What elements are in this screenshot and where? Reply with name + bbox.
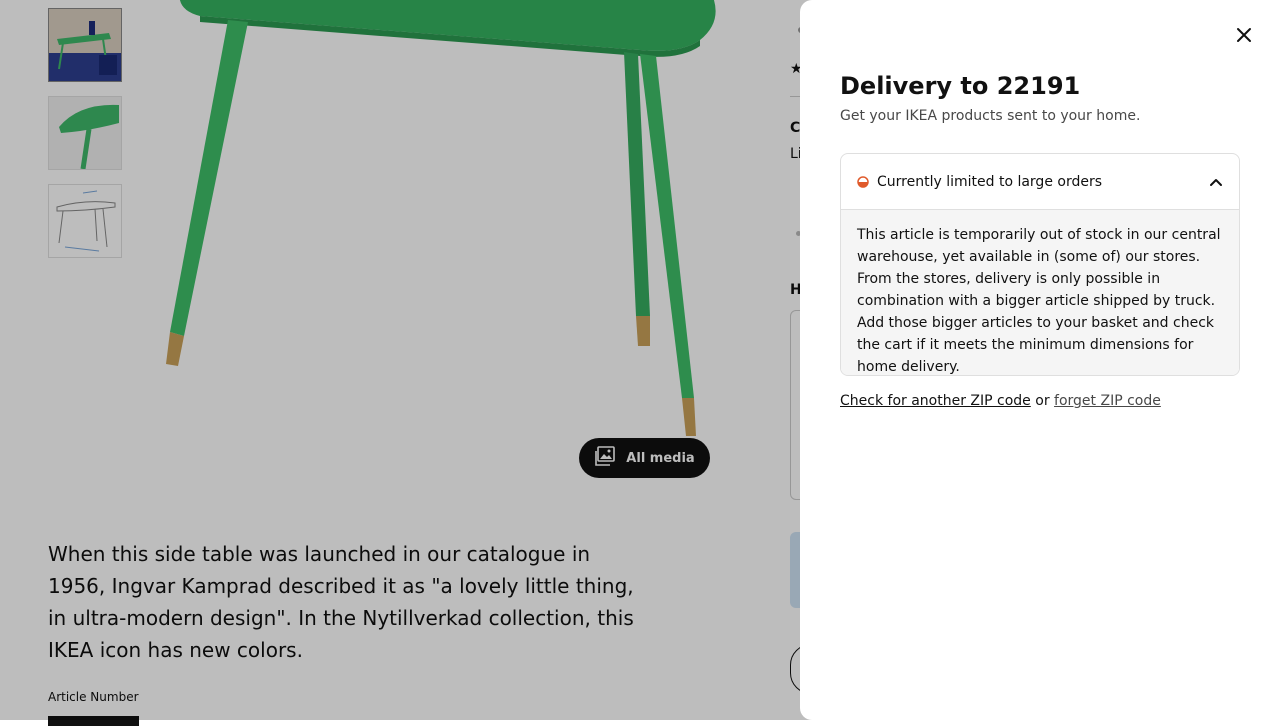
chevron-up-icon[interactable]: [1209, 175, 1223, 189]
close-icon: [1235, 26, 1253, 47]
sheet-subtitle: Get your IKEA products sent to your home…: [840, 108, 1141, 124]
close-button[interactable]: [1230, 22, 1258, 50]
or-text: or: [1030, 393, 1055, 409]
sheet-title: Delivery to 22191: [840, 72, 1081, 100]
forget-zip-link[interactable]: forget ZIP code: [1054, 393, 1161, 409]
accordion-header[interactable]: Currently limited to large orders: [841, 154, 1239, 210]
delivery-status-label: Currently limited to large orders: [877, 173, 1103, 190]
check-zip-link[interactable]: Check for another ZIP code: [840, 393, 1031, 409]
zip-links: Check for another ZIP code or forget ZIP…: [840, 393, 1161, 409]
half-circle-status-icon: [857, 175, 877, 188]
delivery-status-accordion: Currently limited to large orders This a…: [840, 153, 1240, 376]
delivery-status-details: This article is temporarily out of stock…: [841, 210, 1239, 375]
